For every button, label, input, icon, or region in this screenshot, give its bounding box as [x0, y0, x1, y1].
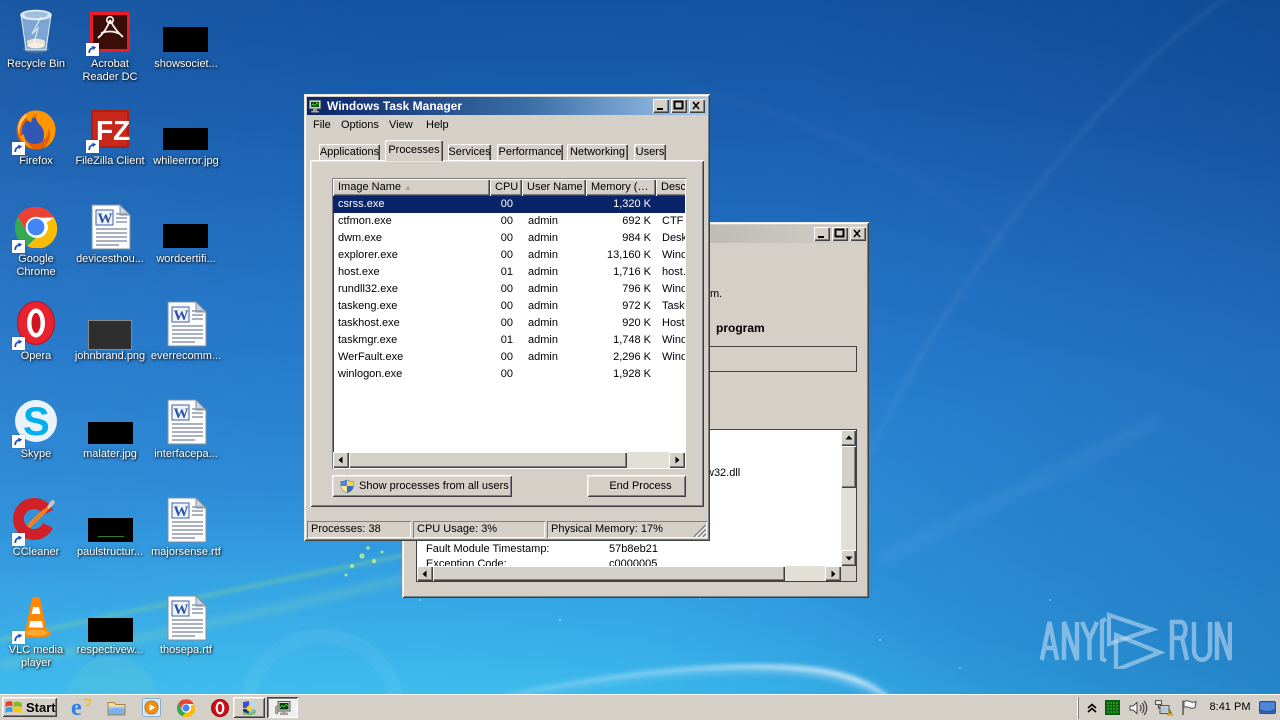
svg-text:S: S [23, 400, 50, 444]
svg-text:W: W [174, 308, 189, 324]
svg-text:e: e [71, 698, 82, 717]
svg-text:W: W [98, 211, 113, 227]
svg-text:W: W [174, 406, 189, 422]
svg-text:W: W [174, 602, 189, 618]
svg-text:W: W [174, 504, 189, 520]
svg-text:FZ: FZ [96, 115, 130, 146]
